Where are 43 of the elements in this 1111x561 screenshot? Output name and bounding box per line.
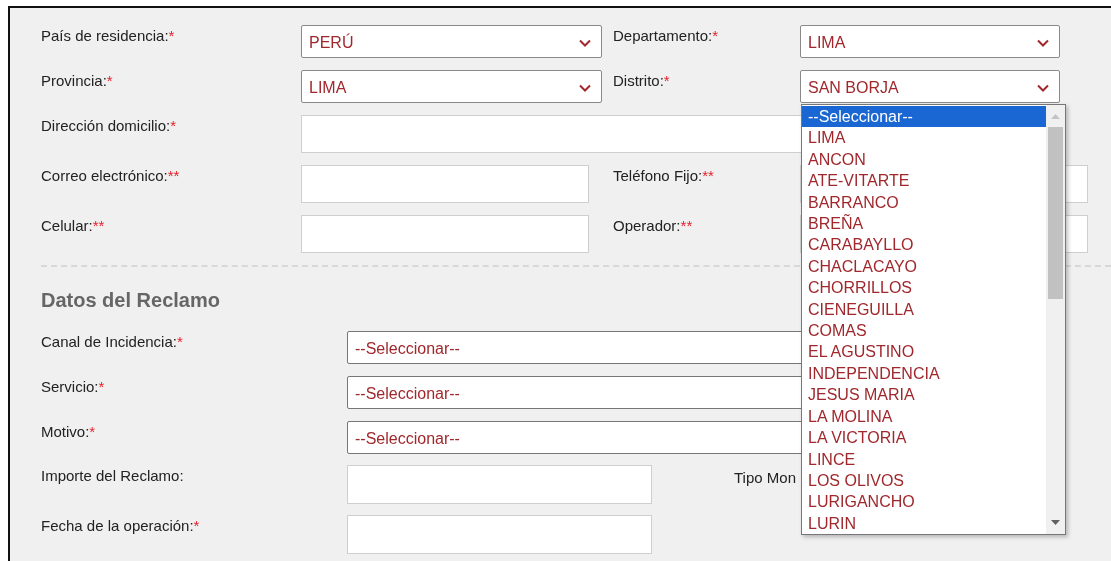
field-label: Operador:**: [613, 216, 694, 234]
dropdown-option[interactable]: CARABAYLLO: [802, 234, 1046, 256]
field-label: Tipo Mon: [734, 468, 796, 486]
field-label: País de residencia:*: [41, 26, 176, 44]
field-label: Canal de Incidencia:*: [41, 332, 184, 350]
field-label: Motivo:*: [41, 422, 97, 440]
input-field[interactable]: [301, 215, 589, 253]
select-field[interactable]: LIMA: [800, 25, 1060, 58]
input-field[interactable]: [301, 165, 589, 203]
field-label: Importe del Reclamo:: [41, 466, 185, 484]
chevron-down-icon: [579, 39, 591, 47]
dropdown-option[interactable]: LURIGANCHO: [802, 491, 1046, 513]
dropdown-option[interactable]: ANCON: [802, 148, 1046, 171]
dropdown-option[interactable]: EL AGUSTINO: [802, 341, 1046, 363]
dropdown-option[interactable]: CIENEGUILLA: [802, 298, 1046, 321]
dropdown-option[interactable]: LOS OLIVOS: [802, 469, 1046, 492]
dropdown-option[interactable]: ATE-VITARTE: [802, 170, 1046, 192]
field-label: Fecha de la operación:*: [41, 516, 201, 534]
field-label: Departamento:*: [613, 26, 720, 44]
dropdown-option[interactable]: CHORRILLOS: [802, 277, 1046, 299]
chevron-down-icon: [579, 84, 591, 92]
chevron-down-icon: [1037, 84, 1049, 92]
chevron-down-icon: [1037, 39, 1049, 47]
field-label: Distrito:*: [613, 71, 671, 89]
dropdown-option[interactable]: LIMA: [802, 127, 1046, 149]
dropdown-option[interactable]: BREÑA: [802, 213, 1046, 235]
field-label: Dirección domicilio:*: [41, 116, 178, 134]
input-field[interactable]: [347, 465, 652, 504]
dropdown-option[interactable]: BARRANCO: [802, 191, 1046, 214]
field-label: Servicio:*: [41, 377, 106, 395]
field-label: Celular:**: [41, 216, 106, 234]
input-field[interactable]: [347, 515, 652, 554]
field-label: Correo electrónico:**: [41, 166, 181, 184]
dropdown-option[interactable]: JESUS MARIA: [802, 384, 1046, 406]
field-label: Provincia:*: [41, 71, 114, 89]
dropdown-option[interactable]: LA VICTORIA: [802, 427, 1046, 449]
select-field[interactable]: PERÚ: [301, 25, 602, 58]
section-heading: Datos del Reclamo: [41, 289, 220, 312]
dropdown-option[interactable]: --Seleccionar--: [802, 106, 1046, 128]
dropdown-option[interactable]: CHACLACAYO: [802, 255, 1046, 278]
field-label: Teléfono Fijo:**: [613, 166, 715, 184]
select-field[interactable]: LIMA: [301, 70, 602, 103]
dropdown-option[interactable]: LURIN: [802, 512, 1046, 535]
